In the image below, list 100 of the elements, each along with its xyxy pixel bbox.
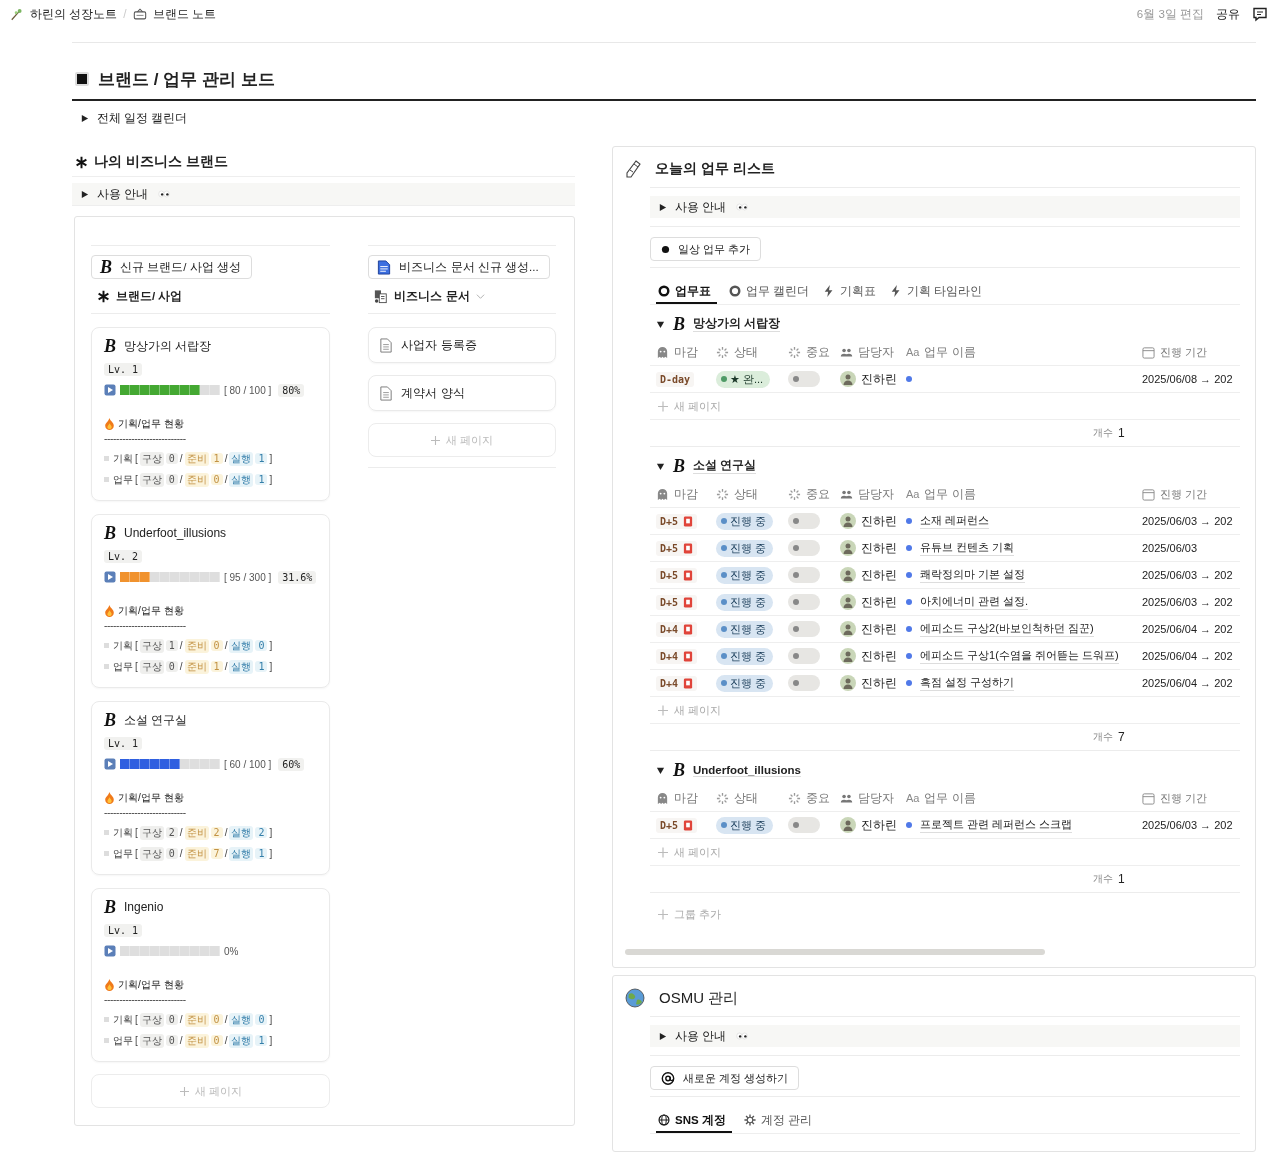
column-header[interactable]: 중요 [806,790,830,806]
toggle-label[interactable]: 전체 일정 캘린더 [97,110,188,126]
column-header[interactable]: 상태 [734,790,758,806]
group-title[interactable]: 망상가의 서랍장 [693,316,781,332]
status-tag: 실행 [229,846,254,861]
bullet-dot-icon [906,545,912,551]
group-title[interactable]: Underfoot_illusions [693,763,801,777]
assignee-name: 진하린 [861,594,897,610]
task-title[interactable]: 에피소드 구상1(수염을 쥐어뜯는 드워프) [920,648,1119,664]
toggle-switch[interactable] [788,371,820,387]
status-tag: 실행 [229,825,254,840]
comment-icon[interactable] [1252,6,1268,22]
column-header[interactable]: 상태 [734,344,758,360]
count-value: 0 [165,1035,178,1046]
column-header[interactable]: 마감 [674,486,698,502]
share-button[interactable]: 공유 [1216,6,1240,22]
task-title[interactable]: 유튜브 컨텐츠 기획 [920,540,1015,556]
toggle-switch[interactable] [788,648,820,664]
date-range: 2025/06/04 → 202 [1142,650,1233,662]
brand-card[interactable]: B Ingenio Lv. 1 0% 기획/업무 현황 --------------------------- 기획 [ 구상 0 / 준비 0 / 실행 0 ] 업무 [ 구상 0 / 준비 0 / 실행 1 ] [91,888,331,1062]
task-title[interactable]: 에피소드 구상2(바보인척하던 짐꾼) [920,621,1094,637]
document-card[interactable]: 계약서 양식 [368,375,556,411]
due-badge: D+5 [656,513,698,529]
column-header[interactable]: 업무 이름 [924,790,976,806]
task-title[interactable]: 쾌락정의마 기본 설정 [920,567,1026,583]
column-header[interactable]: 마감 [674,344,698,360]
collapse-triangle-icon[interactable] [656,461,665,471]
add-task-button[interactable]: 일상 업무 추가 [650,237,762,261]
column-header[interactable]: 담당자 [858,790,894,806]
slash: / [224,661,228,672]
toggle-switch[interactable] [788,675,820,691]
expand-triangle-icon[interactable] [80,113,89,123]
status-tag: 준비 [184,451,209,466]
level-badge: Lv. 2 [104,550,143,563]
column-header[interactable]: 업무 이름 [924,344,976,360]
column-header[interactable]: 마감 [674,790,698,806]
plus-icon [658,846,668,858]
column-header[interactable]: 상태 [734,486,758,502]
view-tab[interactable]: 업무 캘린더 [727,280,812,304]
brand-card[interactable]: B 망상가의 서랍장 Lv. 1 [ 80 / 100 ] 80% 기획/업무 현황 --------------------------- 기획 [ 구상 0 / 준비 1 / 실행 1 ] 업무 [ 구상 0 / 준비 0 / 실행 1 ] [91,327,331,501]
brand-card[interactable]: B 소설 연구실 Lv. 1 [ 60 / 100 ] 60% 기획/업무 현황 --------------------------- 기획 [ 구상 2 / 준비 2 / 실행 2 ] 업무 [ 구상 0 / 준비 7 / 실행 1 ] [91,701,331,875]
chevron-down-icon[interactable] [475,291,485,301]
expand-triangle-icon[interactable] [658,202,667,212]
collapse-triangle-icon[interactable] [656,319,665,329]
new-document-button[interactable]: 비즈니스 문서 신규 생성... [368,255,550,279]
toggle-label[interactable]: 사용 안내 [675,199,727,215]
column-header[interactable]: 진행 기간 [1160,486,1208,502]
branch-icon [10,6,24,22]
group-title[interactable]: 소설 연구실 [693,458,757,474]
new-account-button[interactable]: 새로운 계정 생성하기 [650,1066,800,1090]
calendar-icon [1142,345,1155,359]
status-tag: 준비 [184,1012,209,1027]
view-tab[interactable]: 업무표 [656,280,717,304]
column-header[interactable]: 담당자 [858,344,894,360]
toggle-label[interactable]: 사용 안내 [675,1028,727,1044]
alarm-icon [683,596,694,608]
view-tab[interactable]: 기획 타임라인 [888,280,985,304]
column-header[interactable]: 중요 [806,344,830,360]
status-tag: 실행 [229,472,254,487]
toggle-switch[interactable] [788,567,820,583]
view-label[interactable]: 브랜드/ 사업 [116,288,183,304]
expand-triangle-icon[interactable] [658,1031,667,1041]
ring-icon [658,285,670,297]
scrollbar[interactable] [625,949,1045,955]
progress-reading: [ 60 / 100 ] [224,758,272,770]
alarm-icon [683,650,694,662]
brand-card[interactable]: B Underfoot_illusions Lv. 2 [ 95 / 300 ] 31.6% 기획/업무 현황 --------------------------- 기획 [ 구상 1 / 준비 0 / 실행 0 ] 업무 [ 구상 0 / 준비 1 / 실행 1 ] [91,514,331,688]
breadcrumb-link[interactable]: 브랜드 노트 [132,6,216,22]
toggle-switch[interactable] [788,621,820,637]
view-tab[interactable]: 기획표 [821,280,879,304]
count-value: 1 [165,640,178,651]
task-title[interactable]: 소재 레퍼런스 [920,513,990,529]
task-title[interactable]: 프로젝트 관련 레퍼런스 스크랩 [920,817,1073,833]
toggle-switch[interactable] [788,540,820,556]
toggle-switch[interactable] [788,817,820,833]
expand-triangle-icon[interactable] [80,189,89,199]
status-pill: 진행 중 [716,512,774,530]
status-tag: 구상 [139,1033,164,1048]
count-value: 0 [210,1014,223,1025]
toggle-switch[interactable] [788,594,820,610]
column-header[interactable]: 진행 기간 [1160,790,1208,806]
toggle-switch[interactable] [788,513,820,529]
view-label[interactable]: 비즈니스 문서 [394,288,470,304]
alarm-icon [683,542,694,554]
view-tab[interactable]: SNS 계정 [656,1109,732,1133]
column-header[interactable]: 담당자 [858,486,894,502]
view-tab[interactable]: 계정 관리 [741,1109,815,1133]
status-tag: 구상 [139,1012,164,1027]
toggle-label[interactable]: 사용 안내 [97,186,149,202]
task-title[interactable]: 흑점 설정 구성하기 [920,675,1015,691]
document-card[interactable]: 사업자 등록증 [368,327,556,363]
avatar-icon [840,540,856,556]
column-header[interactable]: 중요 [806,486,830,502]
column-header[interactable]: 업무 이름 [924,486,976,502]
task-title[interactable]: 아치에너미 관련 설정. [920,594,1029,610]
new-brand-button[interactable]: B 신규 브랜드/ 사업 생성 [91,255,252,279]
column-header[interactable]: 진행 기간 [1160,344,1208,360]
collapse-triangle-icon[interactable] [656,765,665,775]
breadcrumb-link[interactable]: 하린의 성장노트 [10,6,118,22]
assignee-name: 진하린 [861,540,897,556]
